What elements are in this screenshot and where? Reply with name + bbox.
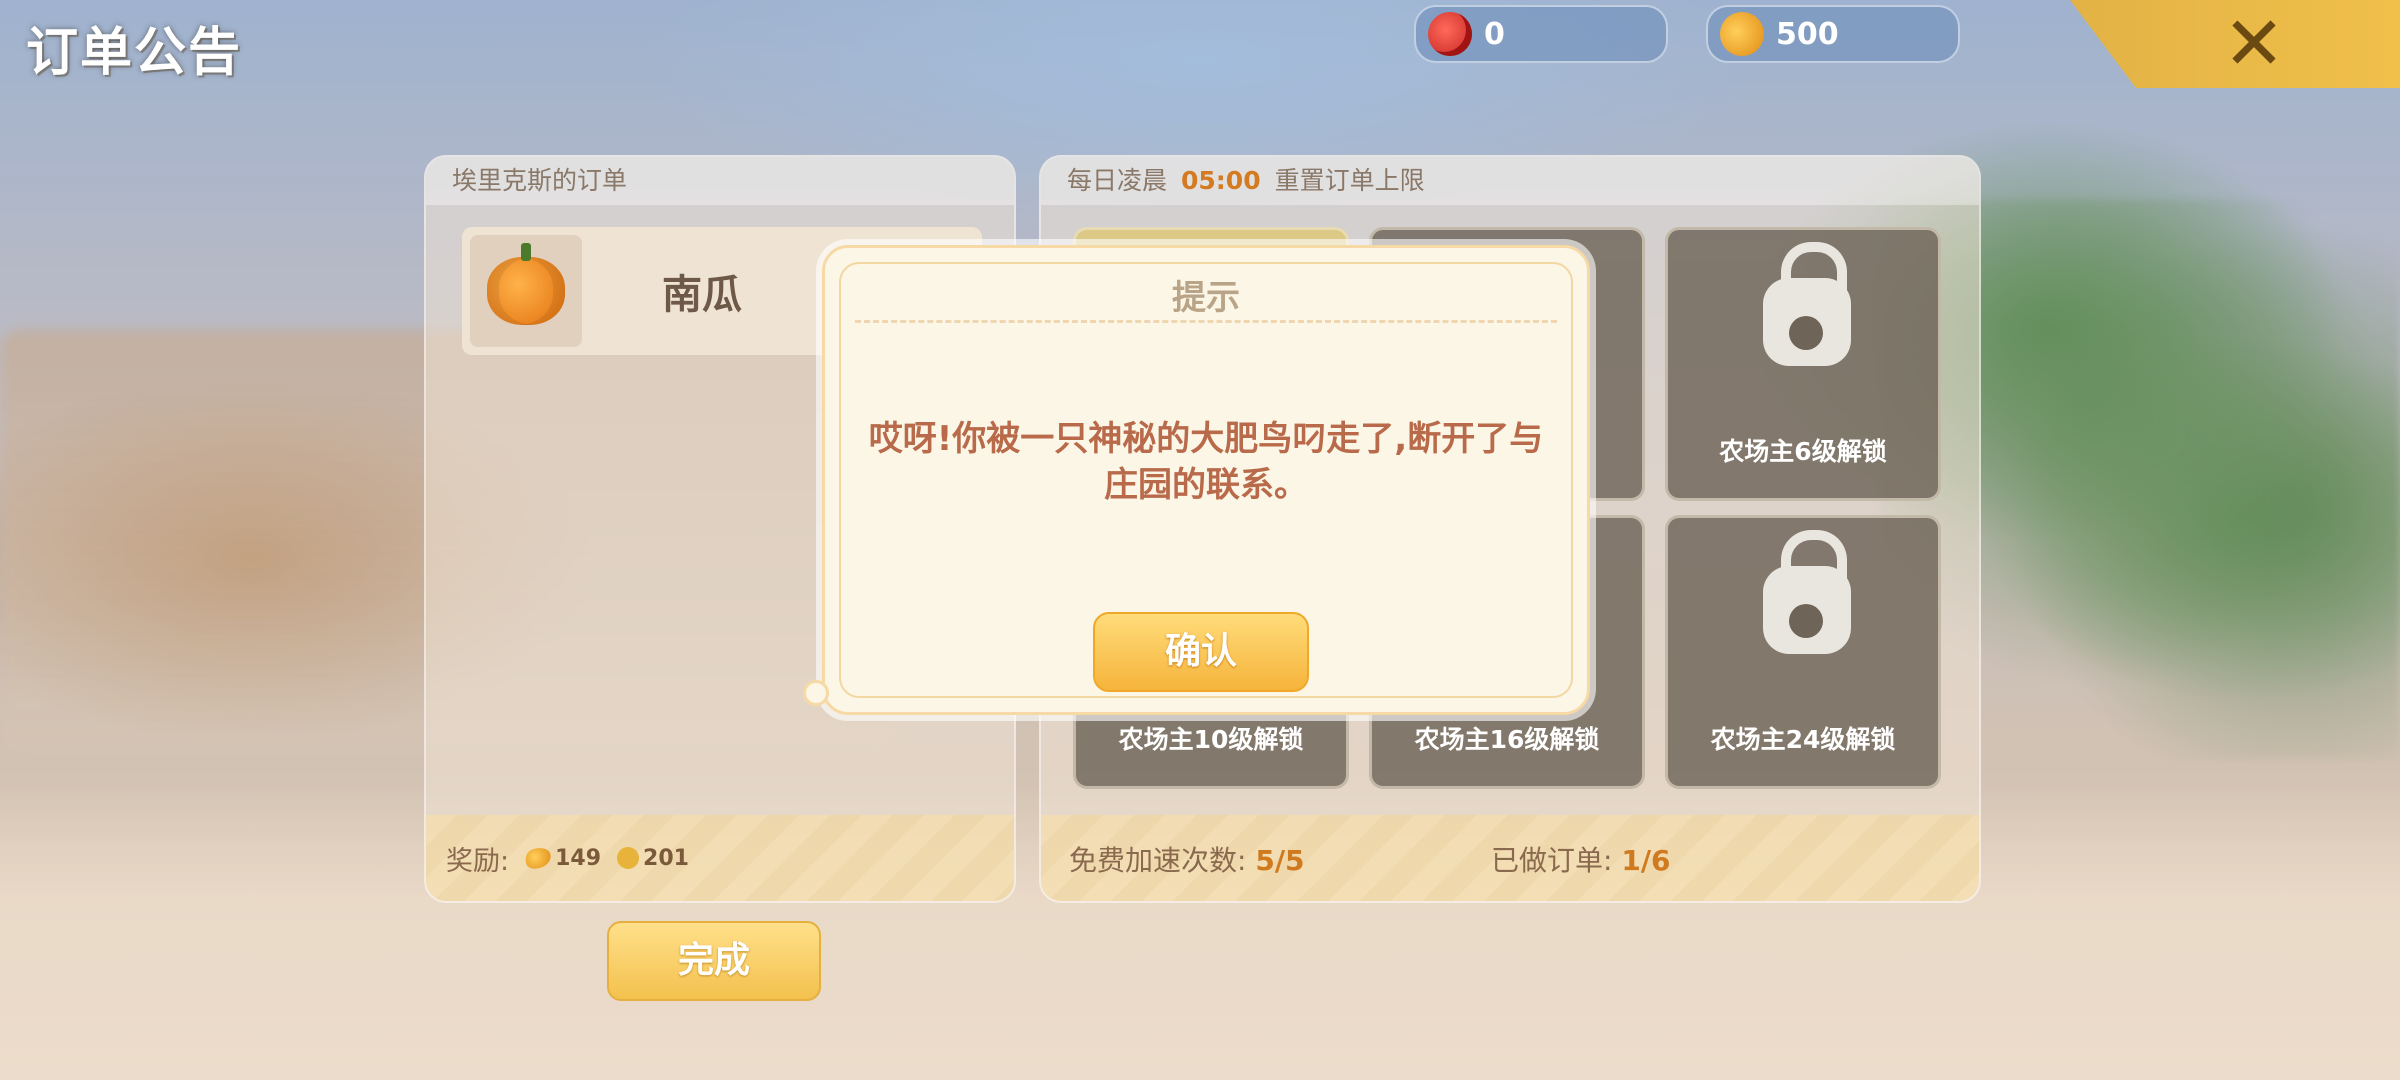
order-panel-heading: 埃里克斯的订单 [426,157,1014,205]
orders-done-info: 已做订单: 1/6 [1491,839,1671,879]
reward-xp-value: 201 [643,845,689,871]
lock-icon [1763,242,1851,366]
order-slot-locked[interactable]: 农场主6级解锁 [1665,227,1941,501]
apple-count: 0 [1484,16,1505,52]
heading-suffix: 重置订单上限 [1274,166,1425,195]
reset-time: 05:00 [1181,166,1261,195]
slot-unlock-label: 农场主10级解锁 [1118,725,1304,754]
apple-icon [1428,12,1472,56]
dialog-divider [855,320,1557,323]
lock-icon [1763,530,1851,654]
apple-currency: 0 [1414,5,1668,63]
confirm-button[interactable]: 确认 [1093,612,1309,692]
xp-icon [617,847,640,869]
close-icon[interactable]: ✕ [2223,4,2285,84]
page-title: 订单公告 [26,23,243,83]
order-item-name: 南瓜 [662,272,742,318]
slot-unlock-label: 农场主24级解锁 [1710,725,1896,754]
orders-done-value: 1/6 [1621,844,1671,877]
free-speed-label: 免费加速次数: [1069,844,1247,877]
heading-prefix: 每日凌晨 [1067,166,1168,195]
pumpkin-icon [487,243,565,325]
reward-xp: 201 [617,846,689,871]
dialog-title: 提示 [1172,278,1240,318]
orders-done-label: 已做订单: [1491,844,1613,877]
slot-unlock-label: 农场主6级解锁 [1719,437,1887,466]
dialog-decoration-dot [803,680,829,706]
alert-dialog: 提示 哎呀!你被一只神秘的大肥鸟叼走了,断开了与庄园的联系。 确认 [803,245,1590,715]
free-speed-info: 免费加速次数: 5/5 [1069,839,1305,879]
dialog-message: 哎呀!你被一只神秘的大肥鸟叼走了,断开了与庄园的联系。 [868,419,1544,505]
coin-icon [522,844,554,872]
reward-coin: 149 [522,844,602,872]
coin-icon [1713,5,1771,63]
item-icon-frame [470,235,582,347]
slot-unlock-label: 农场主16级解锁 [1414,725,1600,754]
slots-panel-heading: 每日凌晨 05:00 重置订单上限 [1041,157,1979,205]
free-speed-value: 5/5 [1255,844,1305,877]
coin-currency: 500 [1706,5,1960,63]
coin-count: 500 [1776,16,1839,52]
order-slot-locked[interactable]: 农场主24级解锁 [1665,515,1941,789]
slots-footer: 免费加速次数: 5/5 已做订单: 1/6 [1041,815,1979,901]
reward-coin-value: 149 [555,845,602,871]
complete-button[interactable]: 完成 [607,921,821,1001]
reward-bar: 奖励: 149 201 [426,815,1014,901]
reward-label: 奖励: [446,845,510,877]
